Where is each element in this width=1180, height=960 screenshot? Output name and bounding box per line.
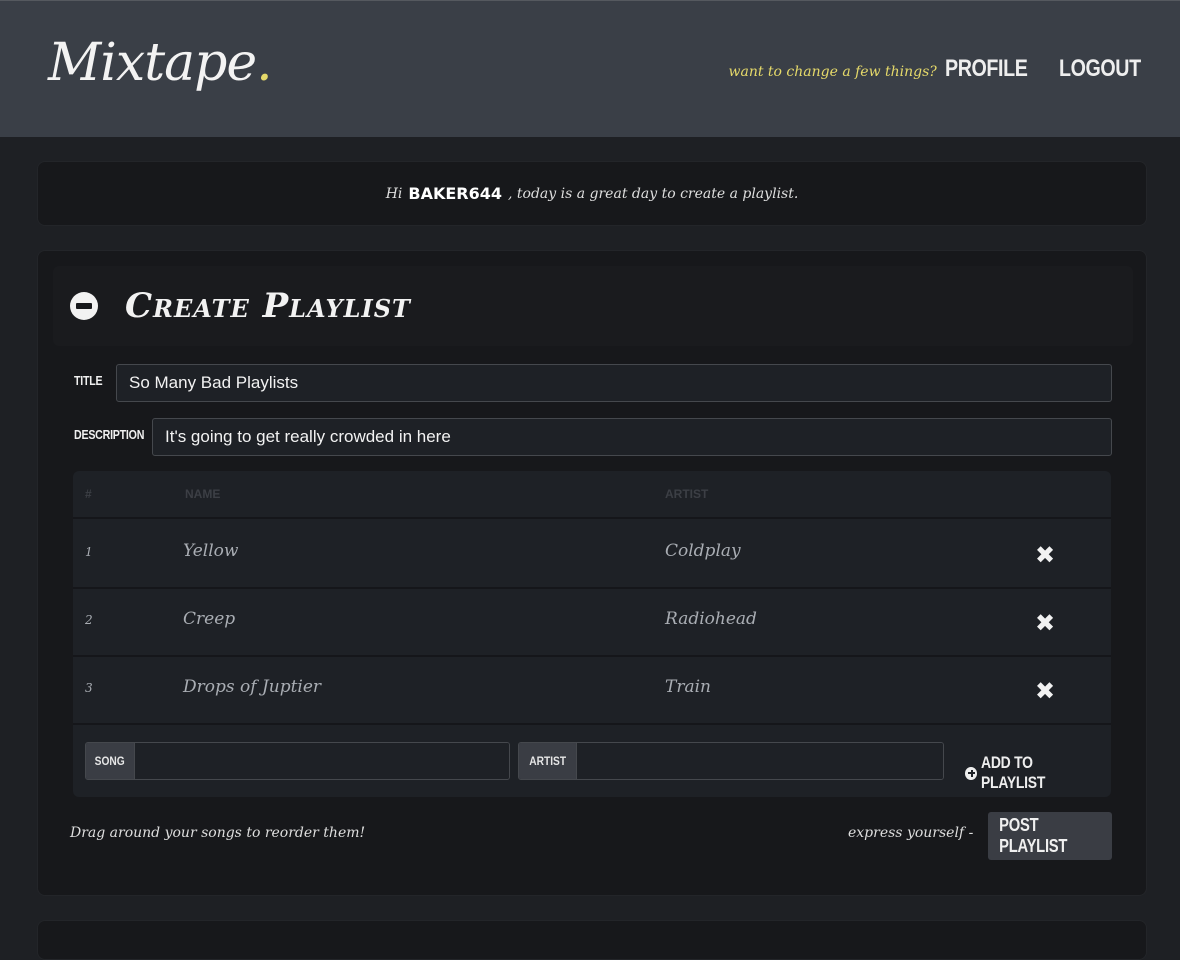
- artist-input[interactable]: [577, 743, 943, 779]
- remove-song-icon[interactable]: ✖: [1031, 677, 1059, 705]
- row-number: 3: [85, 681, 93, 695]
- title-label: TITLE: [74, 373, 103, 388]
- header-nav: want to change a few things? PROFILE LOG…: [728, 55, 1159, 83]
- song-input[interactable]: [135, 743, 509, 779]
- row-number: 1: [85, 545, 93, 559]
- song-name: Creep: [183, 609, 236, 629]
- post-playlist-button[interactable]: POST PLAYLIST: [988, 812, 1112, 860]
- song-artist: Train: [665, 677, 711, 697]
- greeting-prefix: Hi: [385, 185, 403, 202]
- logo-dot: .: [256, 33, 273, 93]
- logout-link[interactable]: LOGOUT: [1059, 55, 1141, 83]
- collapse-minus-icon[interactable]: [70, 292, 98, 320]
- logo-text: Mixtape: [48, 33, 257, 93]
- song-name: Drops of Juptier: [183, 677, 322, 697]
- remove-song-icon[interactable]: ✖: [1031, 541, 1059, 569]
- table-row[interactable]: 3 Drops of Juptier Train ✖: [73, 657, 1111, 725]
- reorder-hint: Drag around your songs to reorder them!: [70, 825, 366, 841]
- add-to-playlist-button[interactable]: ADD TO PLAYLIST: [965, 753, 1111, 793]
- song-input-group: SONG: [85, 742, 510, 780]
- title-input[interactable]: So Many Bad Playlists: [116, 364, 1112, 402]
- song-table-header: # NAME ARTIST: [73, 471, 1111, 519]
- column-header-name: NAME: [185, 487, 221, 501]
- next-panel: [37, 920, 1147, 960]
- greeting-suffix: , today is a great day to create a playl…: [508, 185, 799, 202]
- song-input-label: SONG: [86, 743, 135, 779]
- table-row[interactable]: 1 Yellow Coldplay ✖: [73, 521, 1111, 589]
- plus-circle-icon: [965, 766, 977, 780]
- remove-song-icon[interactable]: ✖: [1031, 609, 1059, 637]
- add-to-playlist-label: ADD TO PLAYLIST: [980, 753, 1045, 792]
- profile-tagline: want to change a few things?: [728, 64, 937, 80]
- profile-link[interactable]: PROFILE: [945, 55, 1028, 83]
- artist-input-group: ARTIST: [518, 742, 944, 780]
- description-input[interactable]: It's going to get really crowded in here: [152, 418, 1112, 456]
- row-number: 2: [85, 613, 93, 627]
- song-artist: Radiohead: [665, 609, 757, 629]
- song-name: Yellow: [183, 541, 239, 561]
- top-header: Mixtape. want to change a few things? PR…: [0, 0, 1180, 137]
- column-header-number: #: [85, 487, 92, 501]
- create-playlist-header[interactable]: Create Playlist: [53, 266, 1133, 346]
- add-song-form: SONG ARTIST ADD TO PLAYLIST: [73, 723, 1111, 797]
- column-header-artist: ARTIST: [665, 487, 709, 501]
- artist-input-label: ARTIST: [519, 743, 577, 779]
- song-artist: Coldplay: [665, 541, 741, 561]
- express-yourself-text: express yourself -: [848, 825, 974, 841]
- table-row[interactable]: 2 Creep Radiohead ✖: [73, 589, 1111, 657]
- greeting-banner: Hi BAKER644 , today is a great day to cr…: [37, 161, 1147, 226]
- username: BAKER644: [408, 184, 502, 203]
- song-table: # NAME ARTIST 1 Yellow Coldplay ✖ 2 Cree…: [73, 471, 1111, 797]
- create-playlist-panel: Create Playlist TITLE So Many Bad Playli…: [37, 250, 1147, 896]
- create-playlist-heading: Create Playlist: [125, 286, 411, 326]
- description-label: DESCRIPTION: [74, 427, 145, 442]
- mixtape-logo[interactable]: Mixtape.: [48, 37, 273, 89]
- post-playlist-label: POST PLAYLIST: [999, 815, 1068, 856]
